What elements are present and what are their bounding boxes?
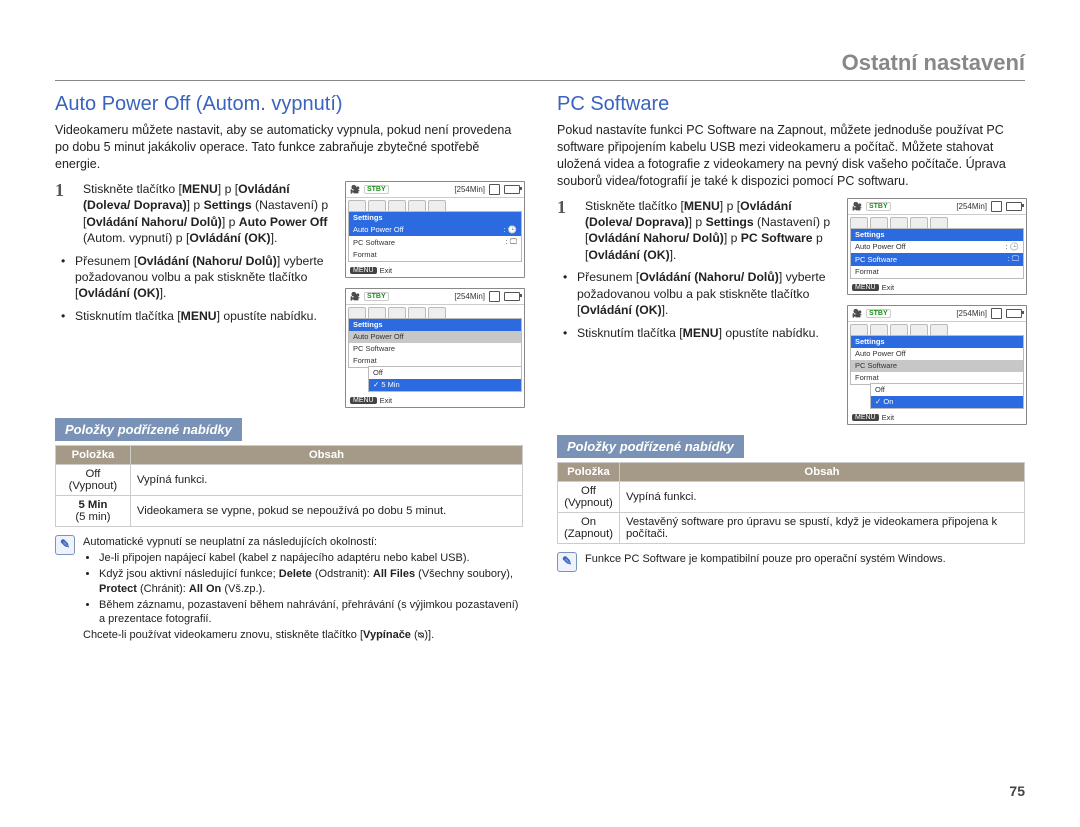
page-number: 75 (1009, 783, 1025, 799)
right-bullet-2: Stisknutím tlačítka [MENU] opustíte nabí… (563, 325, 841, 341)
left-options-table: PoložkaObsah Off(Vypnout) Vypíná funkci.… (55, 445, 523, 527)
left-bullet-2: Stisknutím tlačítka [MENU] opustíte nabí… (61, 308, 339, 324)
left-screen-2: 🎥 STBY [254Min] Settings Auto Power Off … (345, 288, 525, 408)
right-screen-1: 🎥 STBY [254Min] Settings Auto Power Off:… (847, 198, 1027, 295)
table-row: On(Zapnout) (558, 512, 620, 543)
table-row: Off(Vypnout) (56, 464, 131, 495)
left-note: Automatické vypnutí se neuplatní za násl… (83, 535, 523, 643)
right-bullet-1: Přesunem [Ovládání (Nahoru/ Dolů)] vyber… (563, 269, 841, 318)
table-row: 5 Min(5 min) (56, 495, 131, 526)
right-column: PC Software Pokud nastavíte funkci PC So… (557, 93, 1025, 643)
right-screen-2: 🎥 STBY [254Min] Settings Auto Power Off … (847, 305, 1027, 425)
info-icon: ✎ (557, 552, 577, 572)
step-1-text: Stiskněte tlačítko [MENU] p [Ovládání (D… (83, 181, 339, 247)
right-subheading: Položky podřízené nabídky (557, 435, 744, 458)
page-header: Ostatní nastavení (55, 50, 1025, 81)
info-icon: ✎ (55, 535, 75, 555)
left-subheading: Položky podřízené nabídky (55, 418, 242, 441)
right-heading: PC Software (557, 93, 1025, 116)
right-intro: Pokud nastavíte funkci PC Software na Za… (557, 122, 1025, 190)
right-note: Funkce PC Software je kompatibilní pouze… (585, 552, 946, 572)
right-options-table: PoložkaObsah Off(Vypnout) Vypíná funkci.… (557, 462, 1025, 544)
left-screen-1: 🎥 STBY [254Min] Settings Auto Power Off:… (345, 181, 525, 278)
right-step-1-text: Stiskněte tlačítko [MENU] p [Ovládání (D… (585, 198, 841, 264)
left-bullet-1: Přesunem [Ovládání (Nahoru/ Dolů)] vyber… (61, 253, 339, 302)
left-intro: Videokameru můžete nastavit, aby se auto… (55, 122, 523, 173)
step-number: 1 (55, 181, 73, 199)
left-column: Auto Power Off (Autom. vypnutí) Videokam… (55, 93, 523, 643)
table-row: Off(Vypnout) (558, 481, 620, 512)
step-number: 1 (557, 198, 575, 216)
left-heading: Auto Power Off (Autom. vypnutí) (55, 93, 523, 116)
